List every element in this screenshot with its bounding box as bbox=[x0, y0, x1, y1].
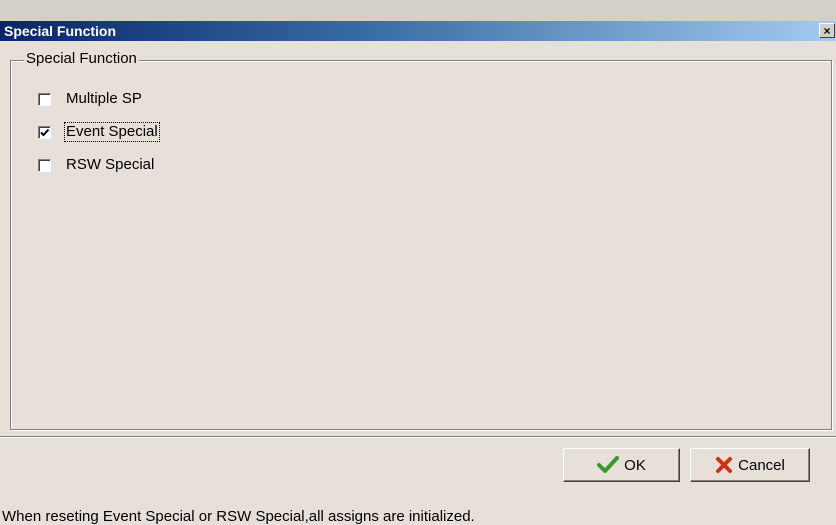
rsw-special-label[interactable]: RSW Special bbox=[65, 156, 155, 174]
checkmark-icon bbox=[40, 128, 50, 136]
event-special-checkbox[interactable] bbox=[38, 125, 51, 139]
dialog-body: Special Function Multiple SP Event Speci… bbox=[0, 41, 836, 525]
rsw-special-checkbox[interactable] bbox=[38, 158, 51, 172]
status-bar: When reseting Event Special or RSW Speci… bbox=[0, 487, 836, 525]
event-special-label[interactable]: Event Special bbox=[64, 122, 160, 142]
title-bar[interactable]: Special Function × bbox=[0, 21, 836, 41]
cancel-button[interactable]: Cancel bbox=[690, 448, 810, 482]
option-event-special[interactable]: Event Special bbox=[38, 122, 160, 142]
multiple-sp-checkbox[interactable] bbox=[38, 92, 51, 106]
ok-button[interactable]: OK bbox=[563, 448, 680, 482]
window-title: Special Function bbox=[4, 23, 117, 39]
cancel-button-label: Cancel bbox=[738, 456, 785, 474]
groupbox-legend: Special Function bbox=[24, 50, 139, 68]
button-separator bbox=[0, 436, 836, 438]
option-multiple-sp[interactable]: Multiple SP bbox=[38, 89, 143, 109]
close-button[interactable]: × bbox=[819, 23, 835, 38]
option-rsw-special[interactable]: RSW Special bbox=[38, 155, 155, 175]
checkmark-icon bbox=[597, 456, 620, 474]
multiple-sp-label[interactable]: Multiple SP bbox=[65, 90, 143, 108]
close-icon: × bbox=[823, 23, 831, 38]
ok-button-label: OK bbox=[624, 456, 646, 474]
x-mark-icon bbox=[715, 456, 733, 474]
status-message: When reseting Event Special or RSW Speci… bbox=[2, 508, 475, 525]
special-function-groupbox bbox=[10, 60, 832, 430]
special-function-dialog: Special Function × Special Function Mult… bbox=[0, 0, 836, 525]
